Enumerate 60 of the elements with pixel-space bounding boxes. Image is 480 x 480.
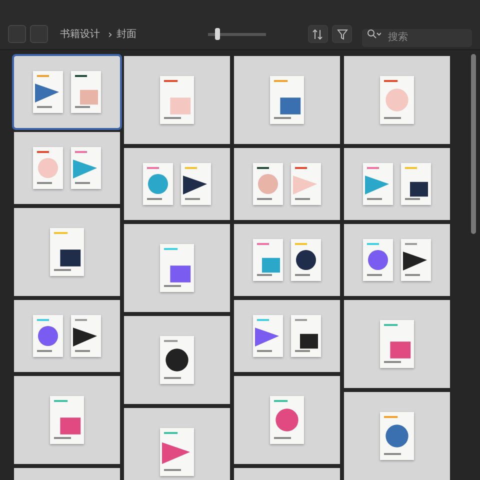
poster-thumbnail (291, 315, 321, 357)
slider-thumb[interactable] (215, 28, 220, 40)
cover-tile[interactable] (14, 56, 120, 128)
search-field[interactable]: 搜索 (362, 28, 472, 46)
poster-thumbnail (401, 163, 431, 205)
filter-button[interactable] (332, 25, 352, 43)
scrollbar-thumb[interactable] (471, 54, 476, 234)
poster-thumbnail (160, 244, 194, 292)
poster-thumbnail (160, 428, 194, 476)
cover-tile[interactable] (234, 224, 340, 296)
cover-tile[interactable] (124, 56, 230, 144)
poster-thumbnail (50, 228, 84, 276)
poster-thumbnail (253, 315, 283, 357)
sort-icon (312, 28, 324, 40)
poster-thumbnail (363, 239, 393, 281)
cover-tile[interactable] (344, 392, 450, 480)
poster-thumbnail (380, 320, 414, 368)
cover-tile[interactable] (14, 132, 120, 204)
poster-thumbnail (181, 163, 211, 205)
poster-thumbnail (160, 76, 194, 124)
poster-thumbnail (50, 396, 84, 444)
poster-thumbnail (71, 147, 101, 189)
cover-tile[interactable] (14, 208, 120, 296)
cover-tile[interactable] (344, 148, 450, 220)
poster-thumbnail (253, 163, 283, 205)
cover-tile[interactable] (234, 56, 340, 144)
poster-thumbnail (380, 76, 414, 124)
sort-button[interactable] (308, 25, 328, 43)
poster-thumbnail (253, 239, 283, 281)
poster-thumbnail (270, 396, 304, 444)
poster-thumbnail (33, 147, 63, 189)
cover-tile[interactable] (344, 56, 450, 144)
poster-thumbnail (270, 76, 304, 124)
breadcrumb-separator: › (108, 28, 112, 40)
poster-thumbnail (71, 71, 101, 113)
breadcrumb-item[interactable]: 封面 (116, 27, 136, 41)
cover-tile[interactable] (344, 224, 450, 296)
cover-tile[interactable] (124, 408, 230, 480)
cover-tile[interactable] (124, 224, 230, 312)
poster-thumbnail (143, 163, 173, 205)
poster-thumbnail (160, 336, 194, 384)
poster-thumbnail (401, 239, 431, 281)
poster-thumbnail (380, 412, 414, 460)
cover-tile[interactable] (14, 300, 120, 372)
cover-tile[interactable] (124, 316, 230, 404)
poster-thumbnail (363, 163, 393, 205)
poster-thumbnail (71, 315, 101, 357)
breadcrumb-item[interactable]: 书籍设计 (60, 27, 100, 41)
poster-thumbnail (33, 71, 63, 113)
cover-tile[interactable] (14, 376, 120, 464)
search-icon[interactable] (367, 29, 381, 39)
cover-tile[interactable] (234, 376, 340, 464)
filter-icon (336, 28, 348, 40)
cover-tile[interactable] (344, 300, 450, 388)
poster-thumbnail (291, 163, 321, 205)
cover-tile[interactable] (234, 148, 340, 220)
cover-tile[interactable] (124, 148, 230, 220)
poster-thumbnail (33, 315, 63, 357)
cover-tile[interactable] (234, 300, 340, 372)
poster-thumbnail (291, 239, 321, 281)
